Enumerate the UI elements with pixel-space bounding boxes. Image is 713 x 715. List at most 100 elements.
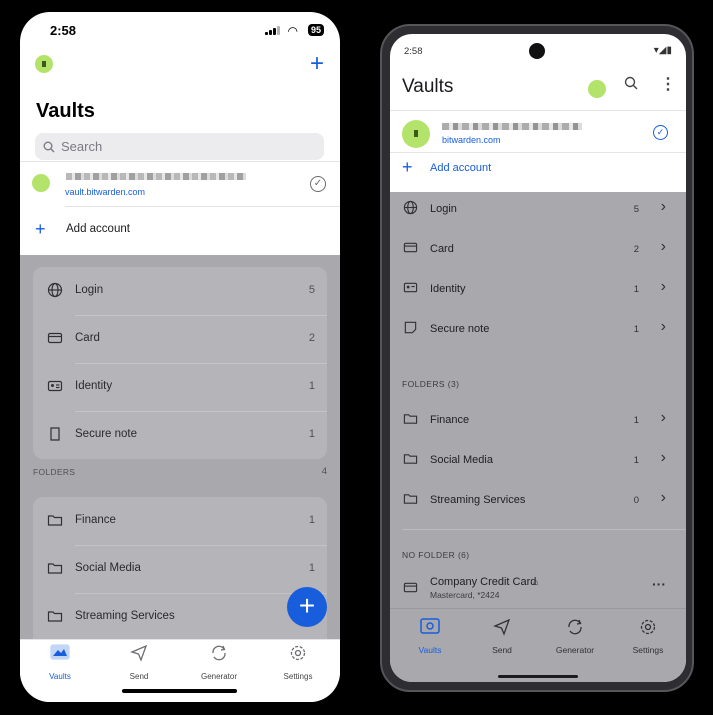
list-item-card[interactable]: Card 2 [33, 315, 327, 363]
list-item-label: Card [75, 332, 100, 344]
settings-icon [618, 618, 678, 640]
folders-section-header: FOLDERS [33, 467, 76, 477]
check-circle-icon: ✓ [310, 176, 326, 192]
wifi-icon: ◠ [287, 24, 298, 38]
list-item-folder-streaming[interactable]: Streaming Services 0 › [390, 481, 686, 521]
tab-settings[interactable]: Settings [268, 644, 328, 684]
battery-indicator: 95 [307, 24, 324, 36]
redacted-email [66, 173, 246, 180]
list-item-count: 1 [308, 428, 315, 440]
chevron-right-icon: › [660, 318, 666, 335]
tab-label: Generator [555, 645, 595, 655]
more-vert-icon[interactable]: ⋮ [660, 74, 676, 94]
chevron-right-icon: › [660, 278, 666, 295]
list-item-count: 5 [308, 284, 315, 296]
list-item-label: Identity [75, 380, 113, 392]
divider [402, 529, 686, 530]
tab-label: Settings [283, 672, 313, 681]
home-indicator [122, 689, 237, 693]
list-item-label: Login [75, 284, 104, 296]
id-card-icon [46, 378, 64, 396]
tab-generator[interactable]: Generator [189, 644, 249, 684]
tab-send[interactable]: Send [472, 618, 532, 658]
org-icon: ⌂ [533, 577, 539, 587]
list-item-identity[interactable]: Identity 1 [33, 363, 327, 411]
list-item-subtitle: Mastercard, *2424 [430, 590, 500, 600]
chevron-right-icon: › [660, 489, 666, 506]
more-horiz-icon[interactable]: ··· [652, 576, 666, 592]
list-item-identity[interactable]: Identity 1 › [390, 270, 686, 310]
tab-generator[interactable]: Generator [545, 618, 605, 658]
tab-label: Send [492, 645, 512, 655]
dimmed-vault-list: Login 5 Card 2 Identity 1 Secure note 1 … [20, 255, 340, 639]
ios-header: + Vaults Search [20, 48, 340, 163]
vault-icon [30, 644, 90, 666]
list-item-secure-note[interactable]: Secure note 1 [33, 411, 327, 459]
list-item-count: 1 [308, 562, 315, 574]
account-switcher-panel: bitwarden.com ✓ + Add account [390, 110, 686, 192]
search-icon[interactable] [624, 76, 638, 94]
list-item-login[interactable]: Login 5 › [390, 192, 686, 230]
list-item-folder-social-media[interactable]: Social Media 1 [33, 545, 327, 593]
account-avatar-button[interactable] [588, 80, 606, 98]
tab-send[interactable]: Send [109, 644, 169, 684]
globe-icon [46, 282, 64, 300]
list-item-label: Identity [430, 283, 466, 295]
card-icon [401, 240, 419, 258]
page-title: Vaults [402, 76, 454, 97]
account-row[interactable]: bitwarden.com ✓ [390, 111, 686, 152]
vault-icon [400, 618, 460, 640]
generator-icon [189, 644, 249, 666]
chevron-right-icon: › [660, 198, 666, 215]
account-avatar [402, 120, 430, 148]
send-icon [109, 644, 169, 666]
add-account-button[interactable]: + Add account [20, 214, 340, 250]
list-item-label: Login [430, 203, 457, 215]
list-item-company-credit-card[interactable]: Company Credit Card Mastercard, *2424 ⌂ … [390, 568, 686, 608]
android-phone-screen: 2:58 ▾◢▮ Vaults ⋮ bitwarden.com ✓ + Add … [390, 34, 686, 682]
add-account-button[interactable]: + Add account [390, 153, 686, 193]
tab-vaults[interactable]: Vaults [30, 644, 90, 684]
folders-count: 4 [321, 466, 327, 477]
tab-vaults[interactable]: Vaults [400, 618, 460, 658]
tab-label: Send [129, 672, 149, 681]
list-item-secure-note[interactable]: Secure note 1 › [390, 310, 686, 350]
list-item-folder-streaming[interactable]: Streaming Services 1 [33, 593, 327, 639]
folder-icon [401, 451, 419, 469]
ios-status-bar: 2:58 ◠ 95 [20, 12, 340, 48]
list-item-label: Social Media [430, 454, 493, 466]
list-item-label: Streaming Services [75, 610, 175, 622]
search-input[interactable]: Search [35, 133, 324, 160]
list-item-card[interactable]: Card 2 › [390, 230, 686, 270]
add-account-label: Add account [430, 162, 492, 174]
account-row[interactable]: vault.bitwarden.com ✓ [20, 162, 340, 207]
list-item-count: 1 [633, 455, 639, 466]
account-avatar-button[interactable] [35, 55, 53, 73]
search-placeholder: Search [61, 139, 103, 154]
gesture-bar [498, 675, 578, 678]
plus-icon: + [35, 219, 46, 239]
add-item-fab[interactable]: + [287, 587, 327, 627]
redacted-email [442, 123, 582, 130]
list-item-folder-finance[interactable]: Finance 1 › [390, 401, 686, 441]
id-card-icon [401, 280, 419, 298]
list-item-folder-social-media[interactable]: Social Media 1 › [390, 441, 686, 481]
tab-settings[interactable]: Settings [618, 618, 678, 658]
status-time: 2:58 [404, 46, 423, 57]
settings-icon [268, 644, 328, 666]
tab-label: Settings [632, 645, 664, 655]
list-item-folder-finance[interactable]: Finance 1 [33, 497, 327, 545]
status-icons: ▾◢▮ [653, 45, 672, 56]
chevron-right-icon: › [660, 449, 666, 466]
list-item-login[interactable]: Login 5 [33, 267, 327, 315]
list-item-count: 1 [633, 284, 639, 295]
folders-section-header: FOLDERS (3) [402, 379, 460, 389]
signal-icon [265, 26, 280, 35]
divider [65, 206, 340, 207]
add-item-button[interactable]: + [310, 50, 324, 78]
list-item-label: Streaming Services [430, 494, 526, 506]
list-item-count: 2 [633, 244, 639, 255]
types-card: Login 5 Card 2 Identity 1 Secure note 1 [33, 267, 327, 459]
list-item-label: Finance [75, 514, 116, 526]
list-item-count: 0 [633, 495, 639, 506]
